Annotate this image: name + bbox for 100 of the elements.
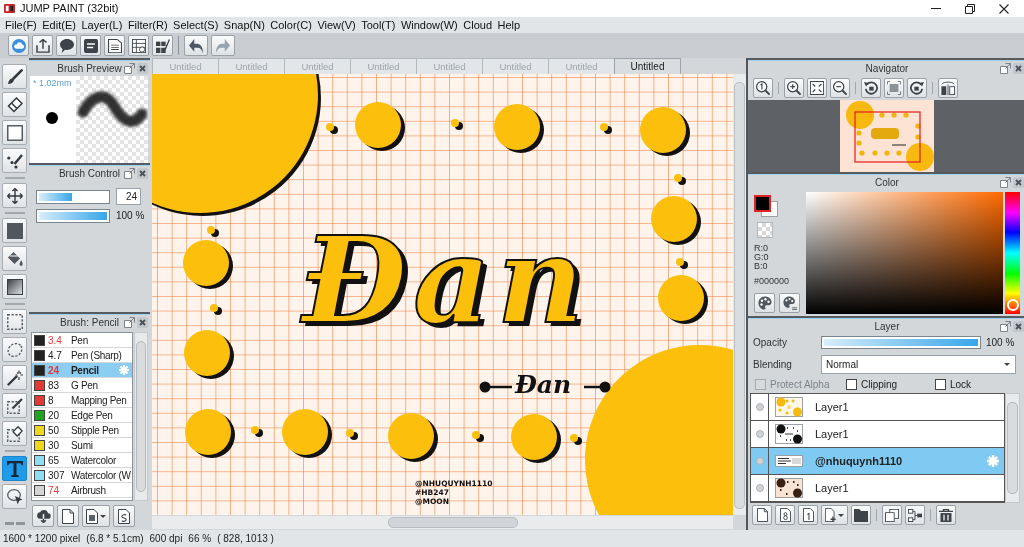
brush-item[interactable]: 24 Pencil xyxy=(32,363,132,378)
checklist-button[interactable] xyxy=(152,35,173,56)
tool-button[interactable] xyxy=(2,421,27,446)
float-button[interactable] xyxy=(124,168,135,179)
brush-item[interactable]: 65 Watercolor xyxy=(32,453,132,468)
checkbox[interactable] xyxy=(846,378,857,390)
menu-item[interactable]: Color(C) xyxy=(268,18,314,32)
menu-item[interactable]: View(V) xyxy=(315,18,358,32)
float-button[interactable] xyxy=(1000,321,1011,332)
brush-item[interactable]: 30 Sumi xyxy=(32,438,132,453)
menu-item[interactable]: Cloud xyxy=(461,18,494,32)
palette-button[interactable] xyxy=(754,293,775,313)
tool-button[interactable] xyxy=(2,218,27,243)
tool-button[interactable] xyxy=(2,456,27,481)
settings-icon xyxy=(987,455,999,467)
scrollbar-thumb[interactable] xyxy=(1007,402,1018,494)
brush-item[interactable]: 307 Watercolor (W xyxy=(32,468,132,483)
rotate-left-button[interactable] xyxy=(861,78,881,98)
menu-item[interactable]: Snap(N) xyxy=(221,18,267,32)
palette-button[interactable] xyxy=(779,293,800,313)
blending-dropdown[interactable]: Normal xyxy=(821,354,1016,374)
tool-button[interactable] xyxy=(2,309,27,334)
download-button[interactable] xyxy=(32,505,54,527)
brush-item[interactable]: 83 G Pen xyxy=(32,378,132,393)
zoom-in-button[interactable] xyxy=(784,78,804,98)
tool-button[interactable] xyxy=(2,274,27,299)
undo-button[interactable] xyxy=(184,35,208,56)
float-button[interactable] xyxy=(124,63,135,74)
scrollbar-thumb[interactable] xyxy=(136,341,146,492)
line-with-dot xyxy=(584,381,611,393)
layer-item[interactable]: Layer1 xyxy=(751,475,1004,502)
scrollbar[interactable] xyxy=(1005,393,1020,503)
merge-button[interactable] xyxy=(905,505,925,525)
tool-button[interactable] xyxy=(2,246,27,271)
menu-item[interactable]: Filter(R) xyxy=(125,18,170,32)
one-bit-layer-button[interactable] xyxy=(798,505,818,525)
brush-slider[interactable] xyxy=(36,189,110,204)
scrollbar-thumb[interactable] xyxy=(388,517,518,528)
color-swatches-button[interactable] xyxy=(754,195,778,217)
tool-button[interactable] xyxy=(2,64,27,89)
tool-button[interactable] xyxy=(2,365,27,390)
menu-item[interactable]: Window(W) xyxy=(398,18,460,32)
export-button[interactable] xyxy=(32,35,53,56)
tool-button[interactable] xyxy=(2,92,27,117)
brush-item[interactable]: 20 Edge Pen xyxy=(32,408,132,423)
tool-button[interactable] xyxy=(2,393,27,418)
document-button[interactable] xyxy=(104,35,125,56)
checkbox[interactable] xyxy=(935,378,946,390)
cloud-button[interactable] xyxy=(8,35,29,56)
flip-button[interactable] xyxy=(938,78,958,98)
layer-item[interactable]: Layer1 xyxy=(751,394,1004,421)
scrollbar-thumb[interactable] xyxy=(734,82,745,509)
new-layer-button[interactable] xyxy=(752,505,772,525)
zoom-out-button[interactable] xyxy=(830,78,850,98)
menu-item[interactable]: Layer(L) xyxy=(79,18,125,32)
tool-button[interactable] xyxy=(2,120,27,145)
float-button[interactable] xyxy=(124,317,135,328)
restore-icon xyxy=(965,3,975,14)
delete-button[interactable] xyxy=(936,505,956,525)
brush-item[interactable]: 50 Stipple Pen xyxy=(32,423,132,438)
transparent-swatch-icon[interactable] xyxy=(757,222,773,238)
reset-rotation-button[interactable] xyxy=(884,78,904,98)
comment-button[interactable] xyxy=(56,35,77,56)
color-field[interactable] xyxy=(806,192,1003,314)
tool-button[interactable] xyxy=(2,484,27,509)
viewport-frame[interactable] xyxy=(854,111,921,163)
new-brush-button[interactable] xyxy=(57,505,79,527)
horizontal-scrollbar[interactable] xyxy=(152,516,733,529)
menu-item[interactable]: Help xyxy=(495,18,523,32)
size-input[interactable]: 24 xyxy=(116,188,141,205)
hue-strip[interactable] xyxy=(1005,192,1020,314)
tool-button[interactable] xyxy=(2,148,27,173)
zoom-one-icon xyxy=(756,81,770,95)
tool-button[interactable] xyxy=(2,337,27,362)
fit-button[interactable] xyxy=(807,78,827,98)
message-button[interactable] xyxy=(80,35,101,56)
float-button[interactable] xyxy=(1000,177,1011,188)
add-layer-button[interactable] xyxy=(821,505,848,525)
menu-item[interactable]: Tool(T) xyxy=(359,18,398,32)
eight-bit-layer-button[interactable] xyxy=(775,505,795,525)
tool-button[interactable] xyxy=(2,183,27,208)
circle xyxy=(658,275,708,324)
scrollbar[interactable] xyxy=(134,332,148,501)
table-button[interactable] xyxy=(128,35,149,56)
brush-item[interactable]: 74 Airbrush xyxy=(32,483,132,498)
menu-item[interactable]: Edit(E) xyxy=(40,18,78,32)
document-tab[interactable]: Untitled xyxy=(614,58,681,74)
menu-item[interactable]: File(F) xyxy=(3,18,39,32)
brush-item[interactable]: 3.4 Pen xyxy=(32,333,132,348)
layer-item[interactable]: @nhuquynh1110 xyxy=(751,448,1004,475)
brush-item[interactable]: 8 Mapping Pen xyxy=(32,393,132,408)
float-button[interactable] xyxy=(1000,63,1011,74)
folder-button[interactable] xyxy=(851,505,871,525)
menu-item[interactable]: Select(S) xyxy=(171,18,221,32)
brush-menu-button[interactable] xyxy=(82,505,110,527)
script-button[interactable] xyxy=(113,505,135,527)
rotate-right-button[interactable] xyxy=(907,78,927,98)
duplicate-button[interactable] xyxy=(882,505,902,525)
vertical-scrollbar[interactable] xyxy=(733,74,746,515)
actual-size-button[interactable] xyxy=(753,78,773,98)
